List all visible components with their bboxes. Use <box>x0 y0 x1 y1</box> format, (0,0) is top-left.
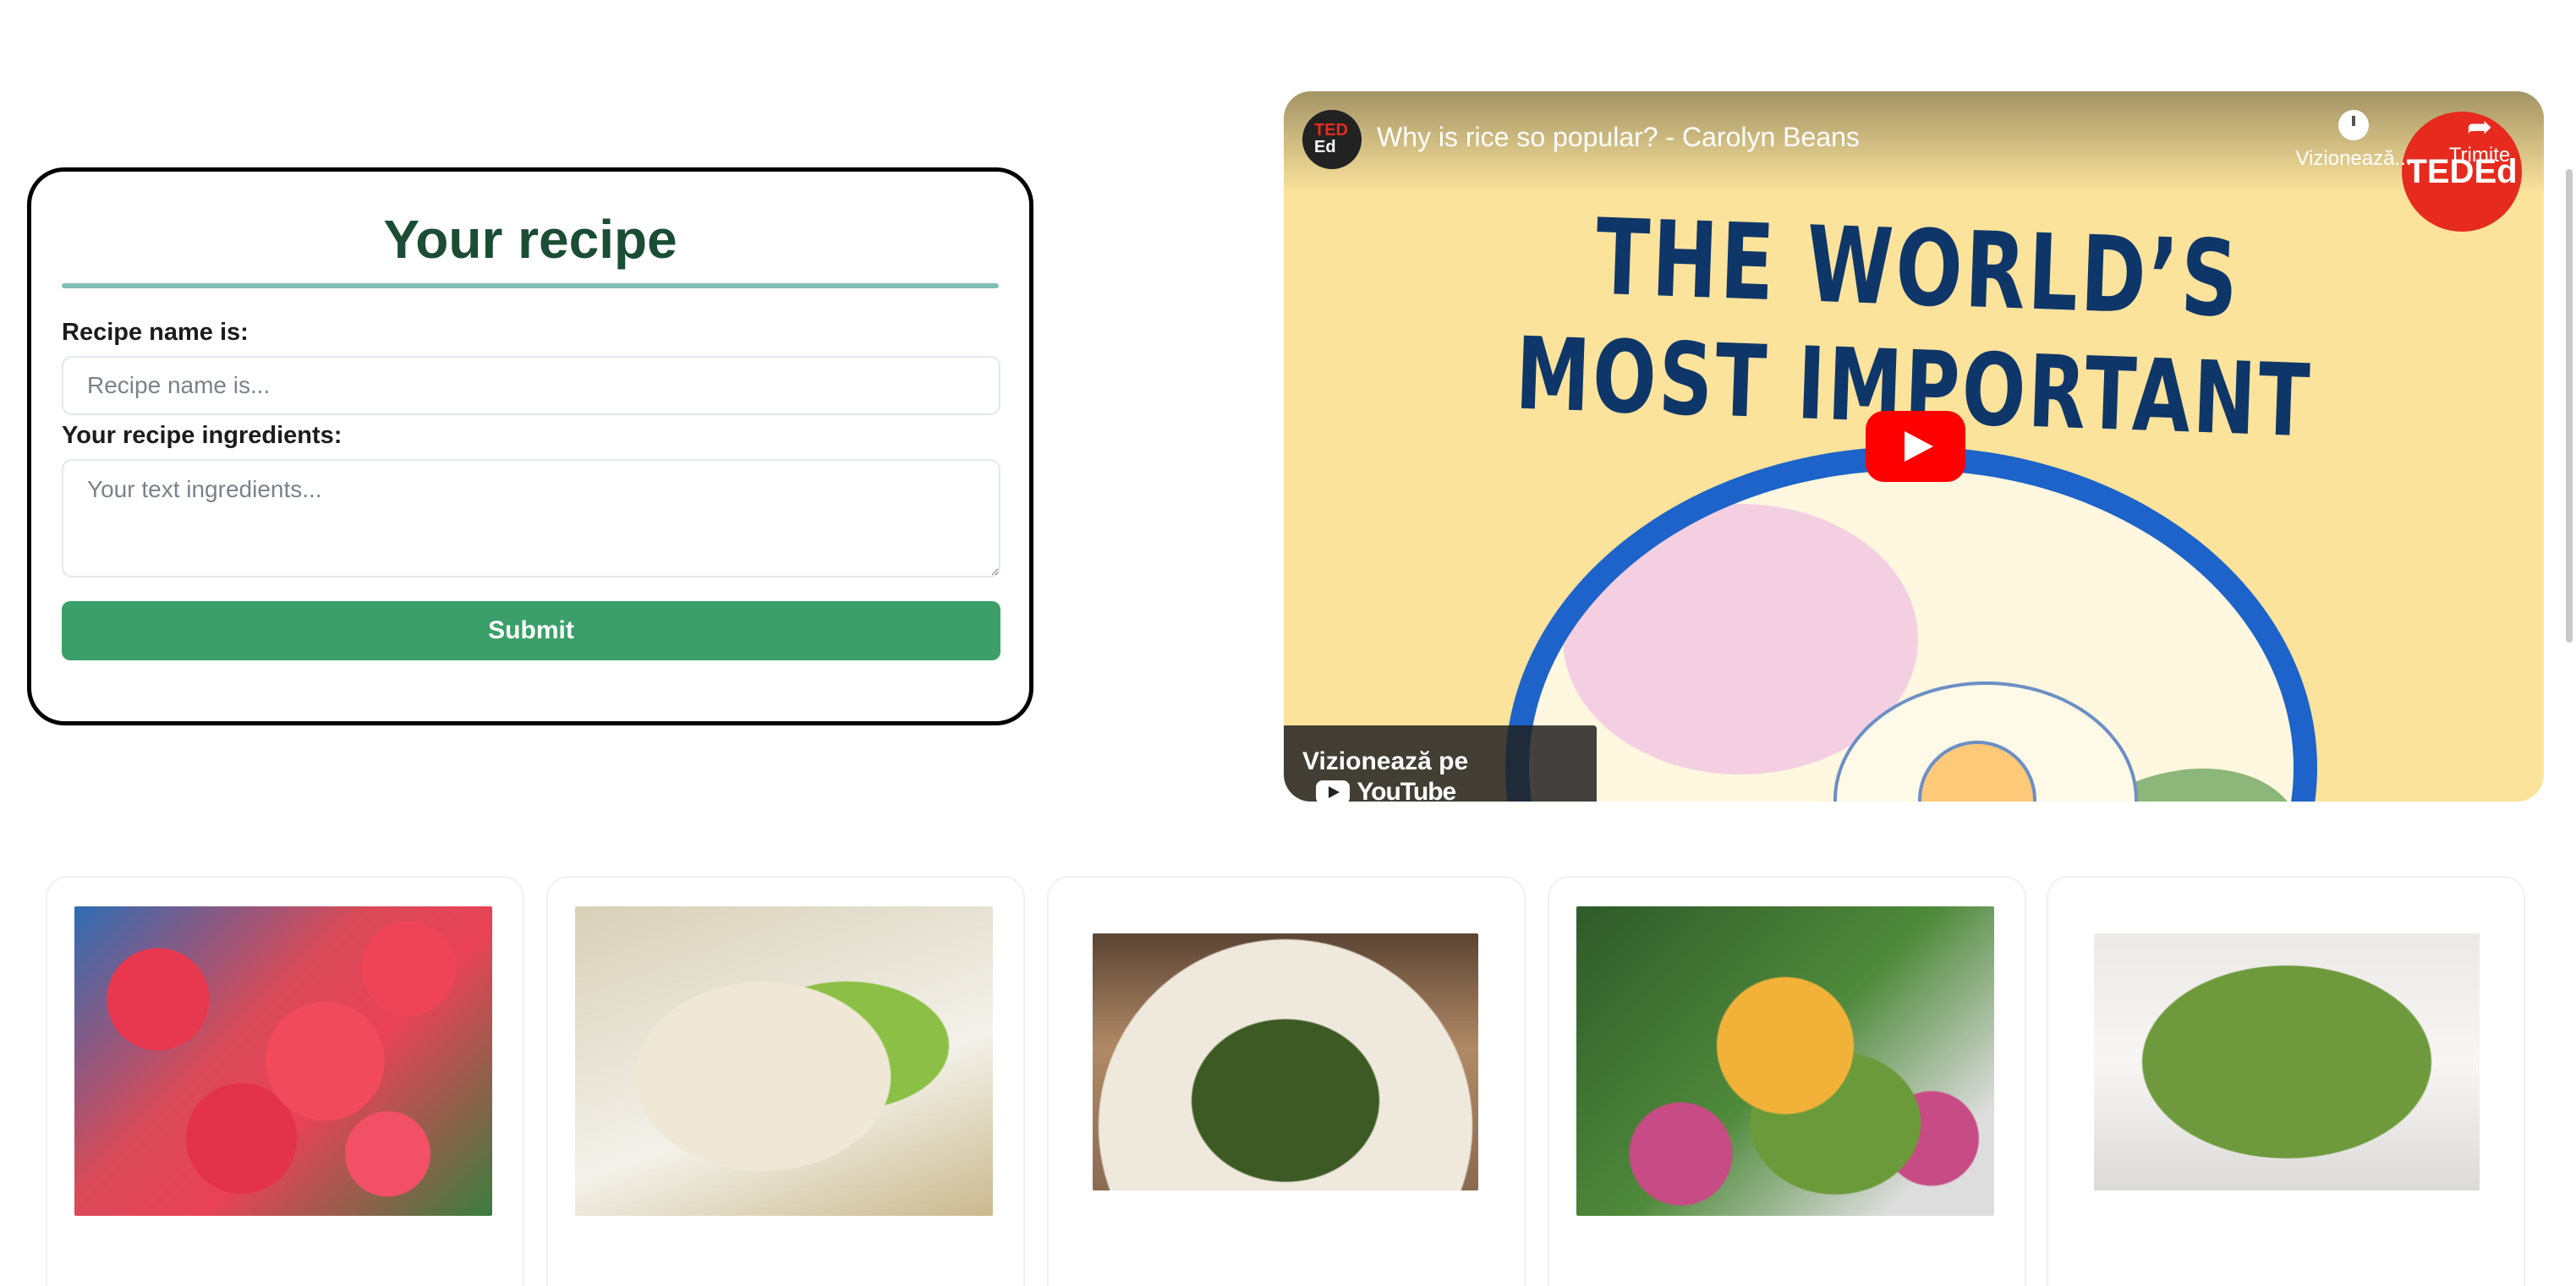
food-card[interactable] <box>46 876 524 1286</box>
title-divider <box>62 283 999 288</box>
food-image-mango-avocado-salad <box>1576 906 1994 1216</box>
scrollbar-thumb[interactable] <box>2566 169 2573 643</box>
youtube-logo-icon: YouTube <box>1316 777 1456 802</box>
food-card[interactable] <box>2047 876 2525 1286</box>
food-image-watermelon-salad <box>74 906 492 1216</box>
food-image-pear-greens-plate <box>1093 933 1478 1190</box>
ingredients-label: Your recipe ingredients: <box>62 422 343 449</box>
food-image-arugula-salad <box>2094 933 2480 1190</box>
recipe-form-card: Your recipe Recipe name is: Your recipe … <box>27 167 1033 725</box>
video-title[interactable]: Why is rice so popular? - Carolyn Beans <box>1377 122 1860 153</box>
recipe-name-label: Recipe name is: <box>62 319 249 346</box>
clock-icon <box>2338 110 2369 140</box>
page-scrollbar[interactable] <box>2562 0 2576 1286</box>
recipe-form-title: Your recipe <box>383 209 677 270</box>
watch-on-youtube-link[interactable]: Vizionează pe YouTube <box>1284 725 1597 802</box>
share-arrow-icon: ➦ <box>2466 109 2493 144</box>
submit-button[interactable]: Submit <box>62 601 1000 660</box>
channel-avatar[interactable]: TED Ed <box>1302 110 1362 169</box>
recipe-name-input[interactable] <box>62 356 1000 415</box>
food-card[interactable] <box>546 876 1025 1286</box>
video-embed[interactable]: THE WORLD’S MOST IMPORTANT FOOD TED Ed W… <box>1284 91 2544 802</box>
food-card[interactable] <box>1047 876 1526 1286</box>
cut-off-text-line <box>76 0 1987 3</box>
food-image-apple-walnut-salad <box>575 906 993 1216</box>
ingredients-textarea[interactable] <box>62 459 1000 577</box>
watch-later-button[interactable]: Vizionează... <box>2290 110 2417 171</box>
page: Your recipe Recipe name is: Your recipe … <box>0 0 2576 1286</box>
play-button[interactable] <box>1866 411 1965 482</box>
share-button[interactable]: ➦ Trimite <box>2446 110 2513 167</box>
food-card[interactable] <box>1548 876 2026 1286</box>
